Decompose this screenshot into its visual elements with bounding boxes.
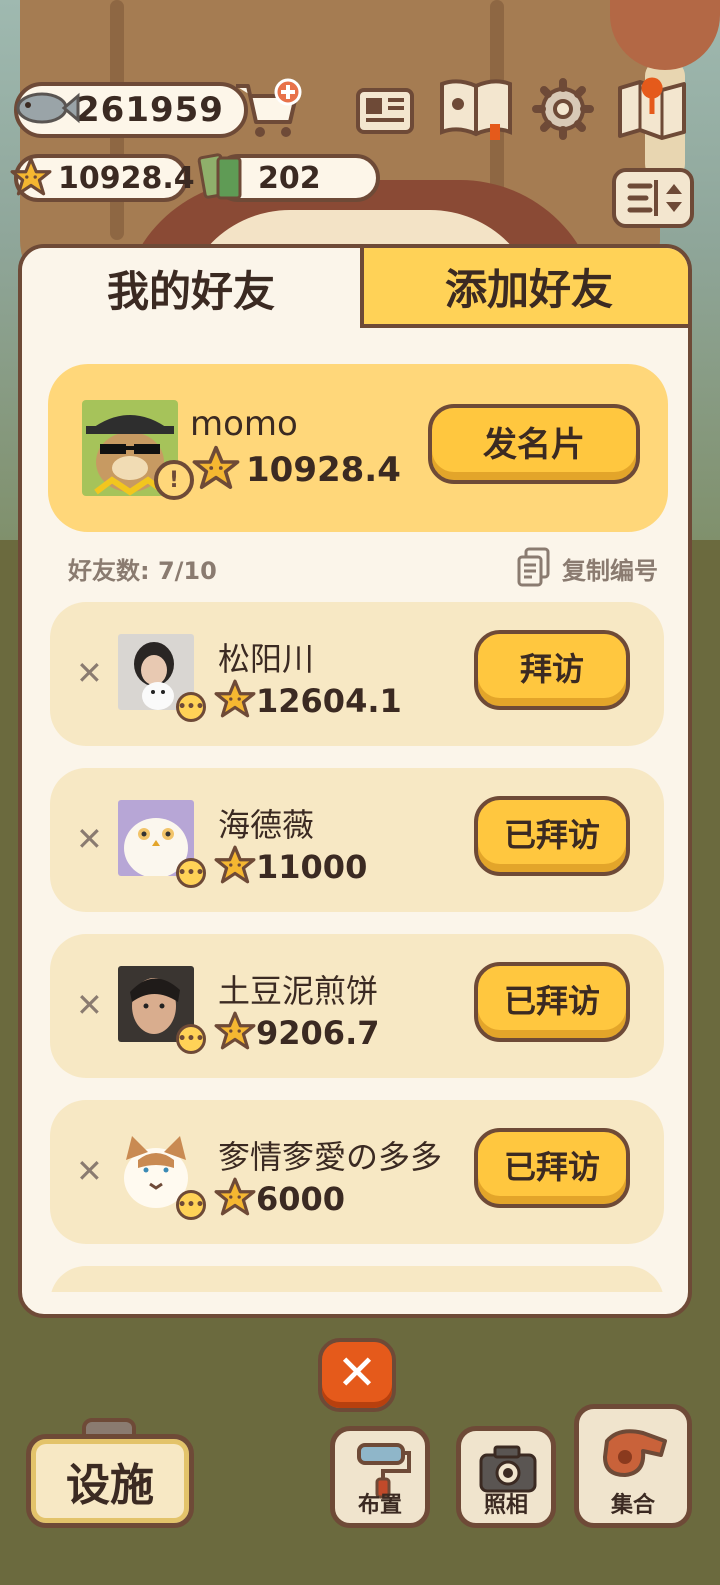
friend-row <box>50 1266 664 1292</box>
friend-row: ✕ ••• 奓情奓愛の多多 6000 已拜访 <box>50 1100 664 1244</box>
friend-score: 6000 <box>256 1180 346 1218</box>
star-icon <box>214 845 256 884</box>
star-count: 10928.4 <box>58 160 195 196</box>
more-options-icon[interactable]: ••• <box>176 858 206 888</box>
photo-label: 照相 <box>483 1493 528 1518</box>
more-options-icon[interactable]: ••• <box>176 692 206 722</box>
visited-button[interactable]: 已拜访 <box>474 796 630 876</box>
visited-button[interactable]: 已拜访 <box>474 1128 630 1208</box>
more-options-icon[interactable]: ••• <box>176 1024 206 1054</box>
gather-label: 集合 <box>610 1493 655 1518</box>
gather-button[interactable]: 集合 <box>574 1404 692 1528</box>
friend-row: ✕ ••• 松阳川 12604.1 拜访 <box>50 602 664 746</box>
friends-list[interactable]: ✕ ••• 松阳川 12604.1 拜访 ✕ ••• 海德薇 11000 已拜访… <box>22 602 688 1292</box>
gear-icon[interactable] <box>532 78 594 140</box>
map-icon[interactable] <box>614 74 690 144</box>
newspaper-icon[interactable] <box>354 80 416 142</box>
friend-score: 9206.7 <box>256 1014 380 1052</box>
facility-button[interactable]: 设施 <box>26 1434 194 1528</box>
layout-label: 布置 <box>357 1493 402 1518</box>
friend-count-label: 好友数: 7/10 <box>68 556 217 585</box>
alert-badge-icon[interactable]: ! <box>154 460 194 500</box>
self-score: 10928.4 <box>246 450 401 490</box>
friend-name: 土豆泥煎饼 <box>218 972 379 1010</box>
friends-panel: 我的好友 添加好友 ! momo 10928.4 发名片 好友数: 7/10 复… <box>18 244 692 1318</box>
ticket-icon <box>197 153 242 200</box>
friend-row: ✕ ••• 海德薇 11000 已拜访 <box>50 768 664 912</box>
close-button[interactable]: ✕ <box>318 1338 396 1412</box>
visited-button[interactable]: 已拜访 <box>474 962 630 1042</box>
star-icon <box>214 1177 256 1216</box>
remove-friend-icon[interactable]: ✕ <box>76 654 103 692</box>
star-icon <box>214 679 256 718</box>
copy-id-label: 复制编号 <box>562 556 658 585</box>
self-profile-card: ! momo 10928.4 发名片 <box>48 364 668 532</box>
book-icon[interactable] <box>436 74 516 144</box>
whistle-icon <box>603 1429 667 1477</box>
copy-id-button[interactable]: 复制编号 <box>516 547 658 589</box>
self-name: momo <box>190 404 298 444</box>
friend-name: 松阳川 <box>218 640 315 678</box>
friend-score: 12604.1 <box>256 682 402 720</box>
star-icon <box>192 445 240 489</box>
sort-icon <box>627 180 682 216</box>
star-icon <box>10 157 52 196</box>
friend-row: ✕ ••• 土豆泥煎饼 9206.7 已拜访 <box>50 934 664 1078</box>
ticket-count: 202 <box>258 160 321 196</box>
photo-button[interactable]: 照相 <box>456 1426 556 1528</box>
visit-button[interactable]: 拜访 <box>474 630 630 710</box>
friends-meta-row: 好友数: 7/10 复制编号 <box>68 547 658 589</box>
fish-icon <box>16 92 80 124</box>
star-icon <box>214 1011 256 1050</box>
copy-icon <box>517 547 550 587</box>
fish-count: 261959 <box>76 90 224 130</box>
tab-my-friends[interactable]: 我的好友 <box>22 248 360 328</box>
cart-icon[interactable] <box>232 76 304 144</box>
remove-friend-icon[interactable]: ✕ <box>76 1152 103 1190</box>
tab-add-friends[interactable]: 添加好友 <box>360 248 688 328</box>
remove-friend-icon[interactable]: ✕ <box>76 820 103 858</box>
friend-name: 海德薇 <box>218 806 315 844</box>
friend-name: 奓情奓愛の多多 <box>218 1138 443 1176</box>
remove-friend-icon[interactable]: ✕ <box>76 986 103 1024</box>
friend-score: 11000 <box>256 848 368 886</box>
close-icon: ✕ <box>336 1345 378 1401</box>
more-options-icon[interactable]: ••• <box>176 1190 206 1220</box>
sort-button[interactable] <box>612 168 694 228</box>
layout-button[interactable]: 布置 <box>330 1426 430 1528</box>
send-card-button[interactable]: 发名片 <box>428 404 640 484</box>
